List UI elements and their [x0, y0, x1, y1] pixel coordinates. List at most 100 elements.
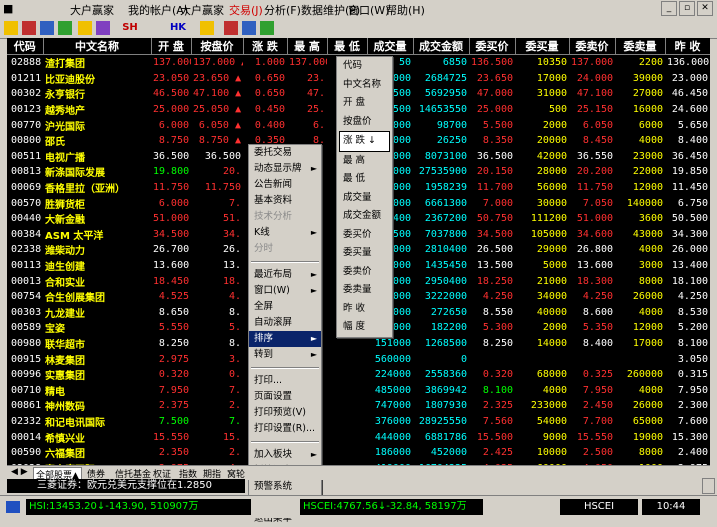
context-menu-item[interactable]: 预警系统 — [249, 479, 321, 495]
column-header[interactable]: 中文名称 — [43, 38, 152, 55]
menu-help[interactable]: 帮助(H) — [386, 2, 425, 18]
context-menu-item[interactable]: 加入板块 ► — [249, 447, 321, 463]
market-sh-button[interactable]: SH — [118, 21, 142, 35]
table-cell: 39000 — [632, 72, 663, 84]
toolbar-icon-3[interactable] — [40, 21, 54, 35]
context-menu-item[interactable]: 技术分析 — [249, 209, 321, 225]
sort-option[interactable]: 最 高 — [337, 152, 392, 171]
context-menu-item[interactable]: 公告新闻 — [249, 177, 321, 193]
table-cell: 15.550 — [153, 431, 190, 443]
column-header[interactable]: 成交金额 — [413, 38, 470, 55]
menu-analysis[interactable]: 分析(F) — [264, 2, 301, 18]
table-cell: 00511 — [11, 150, 42, 162]
sort-option[interactable]: 成交金额 — [337, 207, 392, 226]
market-hk-button[interactable]: HK — [166, 21, 190, 35]
sort-option[interactable]: 委卖价 — [337, 263, 392, 282]
menu-trade[interactable]: 交易(J) — [229, 2, 263, 18]
table-cell: 0.650 — [254, 88, 285, 100]
context-menu-item[interactable]: 委托交易 — [249, 145, 321, 161]
table-cell: 20000 — [536, 135, 567, 147]
column-header[interactable]: 涨 跌 — [243, 38, 288, 55]
sort-option[interactable]: 收益率 — [337, 355, 392, 374]
column-header[interactable]: 委卖量 — [615, 38, 666, 55]
tab-nav-icon[interactable]: ◀ ▶ — [11, 467, 28, 477]
context-menu-item[interactable]: 转到 ► — [249, 347, 321, 363]
sort-option[interactable]: 中文名称 — [337, 76, 392, 95]
toolbar-icon-8[interactable] — [224, 21, 238, 35]
column-header[interactable]: 委卖价 — [569, 38, 616, 55]
table-cell: 137.000 — [289, 57, 327, 69]
sort-option[interactable]: 昨 收 — [337, 300, 392, 319]
sort-option[interactable]: 最 低 — [337, 170, 392, 189]
context-menu-label: 加入板块 — [254, 449, 293, 460]
sort-option[interactable]: 英文名称 — [337, 374, 392, 393]
table-cell: 27000 — [632, 88, 663, 100]
table-cell: 8073100 — [424, 150, 467, 162]
table-row[interactable]: 00861 神州数码 2.375 2. 747000 1807930 2.325 233000… — [7, 398, 710, 414]
table-cell — [515, 351, 569, 367]
table-cell: 潍柴动力 — [45, 246, 85, 258]
table-cell: 8.650 — [158, 306, 189, 318]
toolbar-icon-2[interactable] — [22, 21, 36, 35]
context-menu-item[interactable]: 基本资料 — [249, 193, 321, 209]
sort-option[interactable]: 代码 — [337, 57, 392, 76]
column-header[interactable]: 昨 收 — [665, 38, 710, 55]
column-header[interactable]: 最 高 — [287, 38, 328, 55]
context-menu-item[interactable]: 打印设置(R)... — [249, 421, 321, 437]
context-menu-item[interactable]: 动态显示牌 ► — [249, 161, 321, 177]
tab-scrollbar[interactable] — [702, 478, 715, 494]
menu-brand[interactable]: 大户赢家 — [180, 2, 224, 18]
toolbar-icon-6[interactable] — [96, 21, 110, 35]
table-cell: 36.450 — [671, 150, 708, 162]
column-header[interactable]: 成交量 — [367, 38, 414, 55]
context-menu-item[interactable]: 页面设置 — [249, 389, 321, 405]
menu-window[interactable]: 窗口(W) — [348, 2, 389, 18]
sort-option[interactable]: 涨 跌 ↓ — [339, 131, 390, 152]
context-menu-item[interactable]: 窗口(W) ► — [249, 283, 321, 299]
sort-option[interactable]: 委买价 — [337, 226, 392, 245]
sort-option[interactable]: 委卖量 — [337, 281, 392, 300]
table-cell: 15.550 — [576, 431, 613, 443]
toolbar-icon-7[interactable] — [200, 21, 214, 35]
column-header[interactable]: 委买量 — [515, 38, 570, 55]
table-row[interactable]: 00014 希慎兴业 15.550 15. 444000 6881786 15.500 900… — [7, 429, 710, 445]
context-menu-item[interactable]: 最近布局 ► — [249, 267, 321, 283]
column-header[interactable]: 代码 — [7, 38, 44, 55]
column-header[interactable]: 最 低 — [327, 38, 368, 55]
context-menu-item[interactable]: 打印... — [249, 373, 321, 389]
toolbar-icon-9[interactable] — [242, 21, 256, 35]
table-cell: 24.000 — [576, 72, 613, 84]
restore-icon[interactable]: ▫ — [679, 1, 695, 16]
toolbar-icon-5[interactable] — [78, 21, 92, 35]
submenu-arrow-icon: ► — [310, 164, 317, 173]
context-menu-item[interactable]: 打印预览(V) — [249, 405, 321, 421]
context-menu-item[interactable]: K线 ► — [249, 225, 321, 241]
minimize-icon[interactable]: _ — [661, 1, 677, 16]
column-header[interactable]: 开 盘 — [151, 38, 192, 55]
sort-option[interactable]: 成交量 — [337, 189, 392, 208]
table-cell: 65000 — [632, 415, 663, 427]
toolbar-icon-10[interactable] — [260, 21, 274, 35]
sort-option[interactable]: 委买量 — [337, 244, 392, 263]
table-cell: 林麦集团 — [45, 355, 85, 367]
sort-option[interactable]: 开 盘 — [337, 94, 392, 113]
column-header[interactable]: 按盘价 — [191, 38, 244, 55]
sort-option[interactable]: 市盈率 — [337, 337, 392, 356]
context-menu-item[interactable]: 全屏 — [249, 299, 321, 315]
toolbar-icon-4[interactable] — [58, 21, 72, 35]
close-icon[interactable]: ✕ — [697, 1, 713, 16]
context-menu-item[interactable]: 分时 — [249, 241, 321, 257]
sort-option[interactable]: 幅 度 — [337, 318, 392, 337]
table-row[interactable]: 02332 和记电讯国际 7.500 7. 376000 28925550 7.560 540… — [7, 414, 710, 430]
table-cell: 02332 — [11, 415, 42, 427]
context-menu-label: 委托交易 — [254, 147, 293, 158]
toolbar-icon-1[interactable] — [4, 21, 18, 35]
table-cell — [327, 445, 367, 461]
sort-option[interactable]: 按盘价 — [337, 113, 392, 132]
context-menu-item[interactable]: 自动滚屏 — [249, 315, 321, 331]
table-row[interactable]: 00590 六福集团 2.350 2. 186000 452000 2.425 10000 2.… — [7, 445, 710, 461]
table-cell: 和记电讯国际 — [45, 417, 105, 429]
context-menu-item[interactable]: 排序 ► — [249, 331, 321, 347]
context-menu-label: 公告新闻 — [254, 179, 293, 190]
column-header[interactable]: 委买价 — [469, 38, 516, 55]
